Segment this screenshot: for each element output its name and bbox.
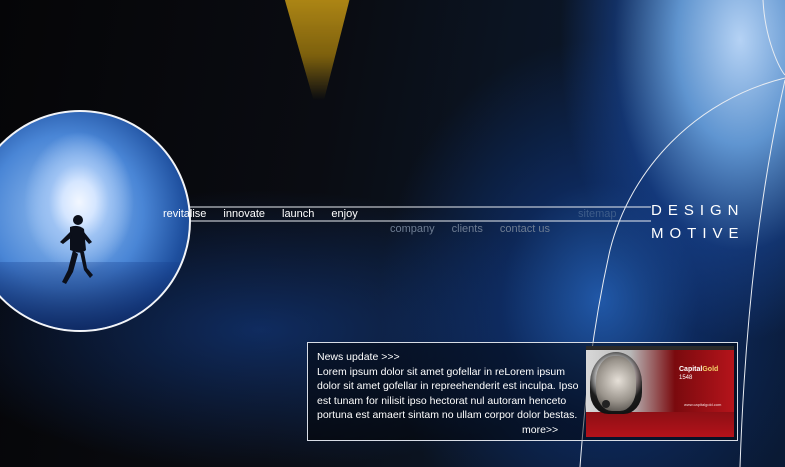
page: revitalise innovate launch enjoy company… bbox=[0, 0, 785, 467]
billboard-brand-a: Capital bbox=[679, 366, 703, 373]
running-figure-icon bbox=[60, 215, 93, 284]
nav-link-launch[interactable]: launch bbox=[282, 208, 314, 220]
billboard-logo: CapitalGold 1548 bbox=[679, 366, 718, 382]
news-update-panel: News update >>> Lorem ipsum dolor sit am… bbox=[307, 342, 738, 441]
nav-link-company[interactable]: company bbox=[390, 223, 435, 235]
nav-link-innovate[interactable]: innovate bbox=[223, 208, 265, 220]
secondary-navigation: company clients contact us bbox=[390, 223, 550, 235]
brand-line-motive: MOTIVE bbox=[651, 225, 745, 242]
nav-link-clients[interactable]: clients bbox=[452, 223, 483, 235]
nav-link-revitalise[interactable]: revitalise bbox=[163, 208, 206, 220]
main-navigation: revitalise innovate launch enjoy bbox=[163, 208, 358, 220]
brand-line-design: DESIGN bbox=[651, 202, 745, 219]
news-more-link[interactable]: more>> bbox=[522, 424, 558, 436]
billboard-brand-b: Gold bbox=[702, 366, 719, 373]
billboard-url: www.capitalgold.com bbox=[684, 402, 722, 407]
news-heading: News update >>> bbox=[317, 351, 400, 363]
news-text-block: News update >>> Lorem ipsum dolor sit am… bbox=[317, 350, 579, 423]
microphone-icon bbox=[602, 400, 610, 408]
brand-logo[interactable]: DESIGN MOTIVE bbox=[651, 199, 745, 245]
news-body: Lorem ipsum dolor sit amet gofellar in r… bbox=[317, 365, 579, 422]
nav-link-contact-us[interactable]: contact us bbox=[500, 223, 550, 235]
billboard-frequency: 1548 bbox=[679, 375, 693, 381]
nav-link-enjoy[interactable]: enjoy bbox=[331, 208, 357, 220]
sitemap-link[interactable]: sitemap bbox=[578, 208, 617, 220]
billboard: CapitalGold 1548 www.capitalgold.com bbox=[586, 350, 734, 414]
news-photo-singer-billboard[interactable]: CapitalGold 1548 www.capitalgold.com bbox=[586, 346, 734, 437]
